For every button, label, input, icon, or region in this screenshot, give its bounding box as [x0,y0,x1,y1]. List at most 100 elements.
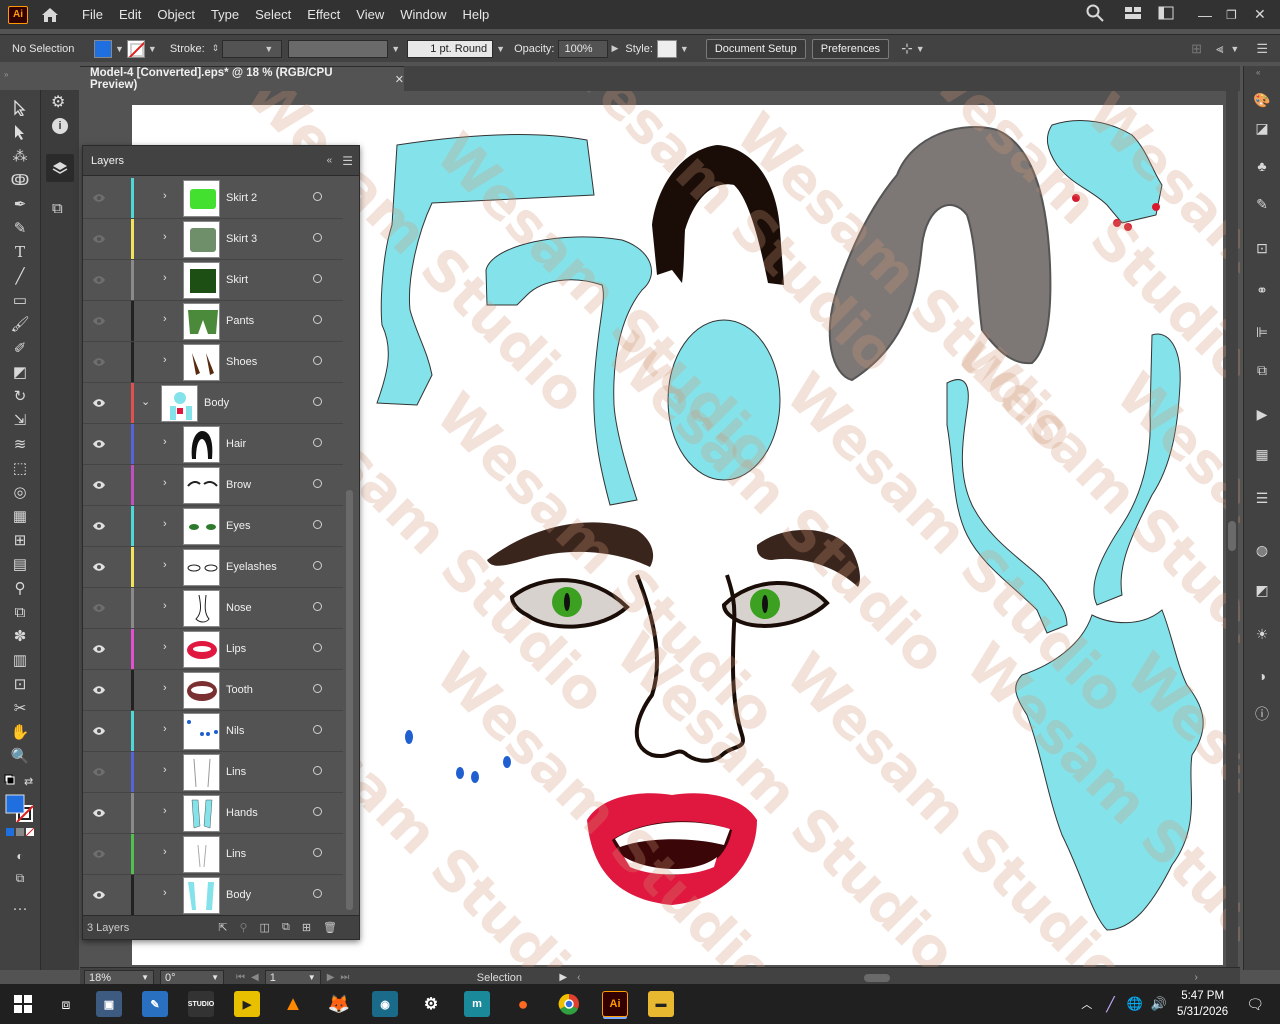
rectangle-tool-icon[interactable]: ▭ [10,290,30,310]
chevron-right-icon[interactable]: › [163,354,167,366]
visibility-eye-icon[interactable] [92,806,106,820]
prev-artboard-icon[interactable]: ◀ [251,972,259,983]
visibility-eye-icon[interactable] [92,437,106,451]
default-colors-icon[interactable]: ⇄ [4,774,36,793]
libraries-icon[interactable]: ⓘ [1253,706,1271,722]
last-artboard-icon[interactable]: ⏭ [340,972,349,983]
shape-builder-tool-icon[interactable]: ◎ [10,482,30,502]
arrange-icon[interactable] [1158,6,1178,23]
photos-app-icon[interactable]: ▣ [96,991,122,1017]
scroll-left-icon[interactable]: ‹ [577,972,580,983]
layer-target-icon[interactable] [313,889,322,898]
pen-tool-icon[interactable]: ✒ [10,194,30,214]
layer-target-icon[interactable] [313,356,322,365]
align-icon[interactable]: ⫷ [1216,41,1223,57]
links-icon[interactable]: ⚭ [1253,282,1271,298]
color-panel-icon[interactable]: 🎨 [1253,92,1271,108]
clock[interactable]: 5:47 PM 5/31/2026 [1177,988,1228,1020]
minimize-button[interactable]: — [1198,7,1226,23]
artboard-tool-icon[interactable]: ⊡ [10,674,30,694]
more-tools-icon[interactable]: ··· [10,898,30,918]
layer-target-icon[interactable] [313,725,322,734]
layer-row[interactable]: › Shoes [83,342,343,383]
layer-row[interactable]: › Lips [83,629,343,670]
stroke-panel-icon[interactable]: ☰ [1253,490,1271,506]
start-button[interactable] [0,984,46,1024]
chevron-right-icon[interactable]: › [163,313,167,325]
first-artboard-icon[interactable]: ⏮ [236,972,245,983]
type-tool-icon[interactable]: T [10,242,30,262]
graph-tool-icon[interactable]: ▥ [10,650,30,670]
collapse-panel-icon[interactable]: « [327,155,333,166]
locate-object-icon[interactable]: ⚲ [239,921,247,934]
menu-help[interactable]: Help [454,7,497,22]
visibility-eye-icon[interactable] [92,273,106,287]
layer-row[interactable]: › Lins [83,752,343,793]
layer-target-icon[interactable] [313,233,322,242]
menu-view[interactable]: View [348,7,392,22]
layer-row[interactable]: › Lins [83,834,343,875]
free-transform-tool-icon[interactable]: ⬚ [10,458,30,478]
perspective-grid-tool-icon[interactable]: ▦ [10,506,30,526]
task-view-icon[interactable]: ⧈ [46,996,86,1013]
tray-chevron-icon[interactable]: ︿ [1081,996,1092,1012]
layer-row[interactable]: › Nils [83,711,343,752]
new-sublayer-icon[interactable]: ⧉ [282,921,290,934]
fill-stroke-indicator[interactable] [5,794,35,827]
vertical-scrollbar[interactable] [1226,91,1238,967]
layer-target-icon[interactable] [313,192,322,201]
eraser-tool-icon[interactable]: ◩ [10,362,30,382]
volume-icon[interactable]: 🔊 [1151,996,1167,1012]
chevron-right-icon[interactable]: › [163,559,167,571]
document-tab[interactable]: Model-4 [Converted].eps* @ 18 % (RGB/CPU… [80,66,404,91]
selection-tool-icon[interactable] [10,98,30,118]
stroke-weight-field[interactable]: ▼ [222,39,283,58]
chevron-down-icon[interactable]: ▼ [391,44,400,54]
properties-icon[interactable]: ⚙ [51,92,65,112]
transparency-icon[interactable]: ▦ [1253,446,1271,462]
symbols-icon[interactable]: ☀ [1253,626,1271,642]
layer-target-icon[interactable] [313,561,322,570]
chevron-down-icon[interactable]: ▼ [496,44,505,54]
layer-target-icon[interactable] [313,520,322,529]
close-tab-icon[interactable]: ✕ [395,73,404,86]
layer-target-icon[interactable] [313,766,322,775]
menu-edit[interactable]: Edit [111,7,149,22]
chrome-app-icon[interactable] [556,991,582,1017]
visibility-eye-icon[interactable] [92,314,106,328]
status-menu-icon[interactable]: ▶ [559,972,567,983]
color-mode-icons[interactable] [6,827,36,841]
chevron-down-icon[interactable]: ⌄ [141,395,150,408]
chevron-right-icon[interactable]: › [163,436,167,448]
chevron-down-icon[interactable]: ▼ [115,44,124,54]
chevron-right-icon[interactable]: › [163,518,167,530]
layer-row[interactable]: › Pants [83,301,343,342]
menu-type[interactable]: Type [203,7,247,22]
style-swatch[interactable] [656,39,677,58]
layer-row[interactable]: › Hair [83,424,343,465]
layer-target-icon[interactable] [313,274,322,283]
symbol-sprayer-tool-icon[interactable]: ✽ [10,626,30,646]
panel-menu-icon[interactable]: ☰ [1256,41,1268,57]
visibility-eye-icon[interactable] [92,232,106,246]
visibility-eye-icon[interactable] [92,478,106,492]
layer-target-icon[interactable] [313,479,322,488]
firefox-app-icon[interactable]: ● [510,991,536,1017]
direct-selection-tool-icon[interactable] [10,122,30,142]
collect-export-icon[interactable]: ⇱ [218,921,227,934]
lasso-tool-icon[interactable]: ↂ [10,170,30,190]
paint-app-icon[interactable]: ✎ [142,991,168,1017]
chevron-down-icon[interactable]: ▼ [1230,44,1239,54]
layer-target-icon[interactable] [313,397,322,406]
chevron-right-icon[interactable]: › [163,887,167,899]
transform-icon[interactable]: ⊡ [1253,240,1271,256]
layer-target-icon[interactable] [313,807,322,816]
visibility-eye-icon[interactable] [92,642,106,656]
draw-mode-icon[interactable]: ◐ [10,846,30,866]
magic-wand-tool-icon[interactable]: ⁂ [10,146,30,166]
visibility-eye-icon[interactable] [92,683,106,697]
chevron-right-icon[interactable]: › [163,231,167,243]
stepper-icon[interactable]: ⇕ [212,43,220,54]
layer-row[interactable]: ⌄ Body [83,383,343,424]
actions-icon[interactable]: ▶ [1253,406,1271,422]
